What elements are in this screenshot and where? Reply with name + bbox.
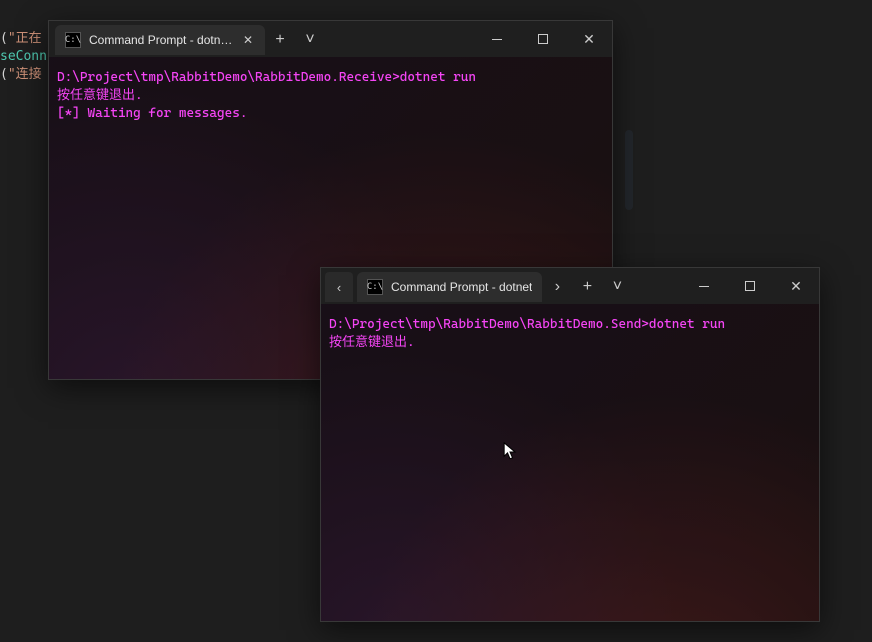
ide-minimap bbox=[625, 130, 633, 210]
tab-title: Command Prompt - dotnet bbox=[391, 280, 532, 294]
title-bar[interactable]: C:\ Command Prompt - dotnet run ✕ + ˅ ✕ bbox=[49, 21, 612, 57]
terminal-line: 按任意键退出. bbox=[57, 87, 604, 105]
chevron-down-icon: ˅ bbox=[613, 278, 622, 296]
tab-dropdown-button[interactable]: ˅ bbox=[602, 270, 632, 304]
maximize-button[interactable] bbox=[727, 268, 773, 304]
code-string-2: "连接 bbox=[8, 67, 42, 82]
plus-icon: + bbox=[275, 31, 284, 49]
cmd-icon: C:\ bbox=[65, 32, 81, 48]
tab-strip: C:\ Command Prompt - dotnet › + ˅ bbox=[355, 268, 681, 304]
minimize-button[interactable] bbox=[474, 21, 520, 57]
chevron-right-icon: › bbox=[555, 278, 560, 296]
terminal-line: D:\Project\tmp\RabbitDemo\RabbitDemo.Sen… bbox=[329, 316, 811, 334]
terminal-line: [*] Waiting for messages. bbox=[57, 105, 604, 123]
maximize-icon bbox=[538, 34, 548, 44]
close-button[interactable]: ✕ bbox=[566, 21, 612, 57]
close-button[interactable]: ✕ bbox=[773, 268, 819, 304]
mouse-cursor-icon bbox=[503, 442, 517, 462]
minimize-icon bbox=[492, 39, 502, 40]
tab-title: Command Prompt - dotnet run bbox=[89, 33, 233, 47]
terminal-line: D:\Project\tmp\RabbitDemo\RabbitDemo.Rec… bbox=[57, 69, 604, 87]
terminal-window-send[interactable]: ‹ C:\ Command Prompt - dotnet › + ˅ ✕ D:… bbox=[320, 267, 820, 622]
tab-strip: C:\ Command Prompt - dotnet run ✕ + ˅ bbox=[49, 21, 474, 57]
tab-active[interactable]: C:\ Command Prompt - dotnet bbox=[357, 272, 542, 302]
tab-dropdown-button[interactable]: ˅ bbox=[295, 23, 325, 57]
chevron-left-icon: ‹ bbox=[337, 280, 341, 295]
minimize-icon bbox=[699, 286, 709, 287]
close-tab-icon[interactable]: ✕ bbox=[241, 33, 255, 47]
minimize-button[interactable] bbox=[681, 268, 727, 304]
cmd-icon: C:\ bbox=[367, 279, 383, 295]
tab-back-button[interactable]: ‹ bbox=[325, 272, 353, 302]
code-member: seConn bbox=[0, 49, 47, 64]
new-tab-button[interactable]: + bbox=[572, 270, 602, 304]
window-controls: ✕ bbox=[681, 268, 819, 304]
close-icon: ✕ bbox=[583, 32, 595, 46]
title-bar[interactable]: ‹ C:\ Command Prompt - dotnet › + ˅ ✕ bbox=[321, 268, 819, 304]
tab-forward-button[interactable]: › bbox=[542, 270, 572, 304]
maximize-button[interactable] bbox=[520, 21, 566, 57]
terminal-body[interactable]: D:\Project\tmp\RabbitDemo\RabbitDemo.Sen… bbox=[321, 304, 819, 621]
ide-code-snippet: ("正在 seConn ("连接 bbox=[0, 30, 47, 84]
close-icon: ✕ bbox=[790, 279, 802, 293]
new-tab-button[interactable]: + bbox=[265, 23, 295, 57]
maximize-icon bbox=[745, 281, 755, 291]
terminal-line: 按任意键退出. bbox=[329, 334, 811, 352]
code-paren: ( bbox=[0, 31, 8, 46]
tab-active[interactable]: C:\ Command Prompt - dotnet run ✕ bbox=[55, 25, 265, 55]
code-paren-2: ( bbox=[0, 67, 8, 82]
plus-icon: + bbox=[583, 278, 592, 296]
code-string: "正在 bbox=[8, 31, 42, 46]
window-controls: ✕ bbox=[474, 21, 612, 57]
chevron-down-icon: ˅ bbox=[305, 31, 314, 49]
